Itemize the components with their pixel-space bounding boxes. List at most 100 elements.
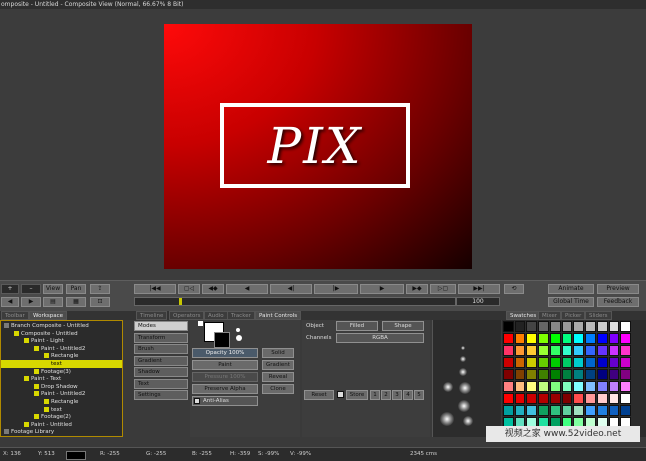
store-checkbox[interactable] xyxy=(337,391,344,398)
category-gradient-button[interactable]: Gradient xyxy=(134,355,188,366)
color-swatch[interactable] xyxy=(561,405,573,416)
color-swatch[interactable] xyxy=(608,357,620,368)
color-swatch[interactable] xyxy=(514,393,526,404)
color-swatch[interactable] xyxy=(596,321,608,332)
grid-icon[interactable]: ▦ xyxy=(66,297,86,307)
tab-toolbar[interactable]: Toolbar xyxy=(1,311,29,320)
anti-alias-checkbox[interactable]: Anti-Alias xyxy=(192,396,258,406)
color-swatch[interactable] xyxy=(596,357,608,368)
color-swatch[interactable] xyxy=(561,369,573,380)
category-brush-button[interactable]: Brush xyxy=(134,344,188,354)
go-start-icon[interactable]: |◀◀ xyxy=(134,284,176,294)
color-swatch[interactable] xyxy=(503,405,514,416)
preview-dropdown[interactable]: Preview xyxy=(597,284,639,294)
brush-preset-icon[interactable] xyxy=(458,400,470,412)
color-swatch[interactable] xyxy=(620,333,631,344)
color-swatch[interactable] xyxy=(538,321,549,332)
layers-icon[interactable]: ▤ xyxy=(43,297,63,307)
color-swatch[interactable] xyxy=(573,333,585,344)
color-swatch[interactable] xyxy=(596,345,608,356)
color-swatch[interactable] xyxy=(585,405,596,416)
color-swatch[interactable] xyxy=(573,393,585,404)
color-swatch[interactable] xyxy=(620,321,631,332)
brush-preset-icon[interactable] xyxy=(461,346,465,350)
color-swatch[interactable] xyxy=(608,345,620,356)
tab-swatches[interactable]: Swatches xyxy=(506,311,541,320)
swap-colors-icon[interactable] xyxy=(198,321,203,326)
color-swatch[interactable] xyxy=(503,333,514,344)
color-swatch[interactable] xyxy=(538,369,549,380)
feedback-button[interactable]: Feedback xyxy=(597,297,639,307)
add-button[interactable]: + xyxy=(1,284,19,294)
color-swatch[interactable] xyxy=(561,333,573,344)
export-icon[interactable]: ⇪ xyxy=(90,284,110,294)
color-swatch[interactable] xyxy=(549,357,561,368)
color-swatch[interactable] xyxy=(608,369,620,380)
brush-small-icon[interactable] xyxy=(236,328,240,332)
color-swatch[interactable] xyxy=(585,321,596,332)
gradient-button[interactable]: Gradient xyxy=(262,360,294,370)
color-swatch[interactable] xyxy=(561,381,573,392)
color-swatch[interactable] xyxy=(514,405,526,416)
color-swatch[interactable] xyxy=(620,357,631,368)
category-transform-button[interactable]: Transform xyxy=(134,332,188,343)
brush-preset-icon[interactable] xyxy=(459,368,467,376)
brush-preset-icon[interactable] xyxy=(440,412,454,426)
color-swatch[interactable] xyxy=(514,345,526,356)
color-swatch[interactable] xyxy=(608,381,620,392)
tab-paint-controls[interactable]: Paint Controls xyxy=(255,311,302,320)
color-swatch[interactable] xyxy=(503,369,514,380)
paint-mode-dropdown[interactable]: Paint xyxy=(192,360,258,370)
play-icon[interactable]: ▶ xyxy=(360,284,404,294)
color-swatch[interactable] xyxy=(514,381,526,392)
color-swatch[interactable] xyxy=(514,333,526,344)
color-swatch[interactable] xyxy=(514,321,526,332)
object-type-dropdown[interactable]: Filled xyxy=(336,321,378,331)
tab-operators[interactable]: Operators xyxy=(169,311,205,320)
forward-arrow-icon[interactable]: ▶ xyxy=(21,297,41,307)
pan-button[interactable]: Pan xyxy=(66,284,86,294)
tab-tracker[interactable]: Tracker xyxy=(227,311,255,320)
timeline-scrubber[interactable] xyxy=(134,297,456,306)
animate-button[interactable]: Animate xyxy=(548,284,594,294)
color-swatch[interactable] xyxy=(596,405,608,416)
composite-viewport[interactable]: PIX xyxy=(0,9,646,280)
prev-frame-icon[interactable]: ◀| xyxy=(270,284,312,294)
loop-back-icon[interactable]: ▢◁ xyxy=(178,284,200,294)
channels-dropdown[interactable]: RGBA xyxy=(336,333,424,343)
color-swatch[interactable] xyxy=(549,333,561,344)
back-arrow-icon[interactable]: ◀ xyxy=(1,297,19,307)
color-swatch[interactable] xyxy=(538,333,549,344)
color-swatch[interactable] xyxy=(608,393,620,404)
global-time-dropdown[interactable]: Global Time xyxy=(548,297,594,307)
color-swatch[interactable] xyxy=(549,345,561,356)
color-swatch[interactable] xyxy=(526,321,538,332)
remove-button[interactable]: – xyxy=(21,284,41,294)
category-modes-button[interactable]: Modes xyxy=(134,321,188,331)
category-settings-button[interactable]: Settings xyxy=(134,390,188,400)
loop-icon[interactable]: ⟲ xyxy=(504,284,524,294)
color-swatch[interactable] xyxy=(538,381,549,392)
color-swatch[interactable] xyxy=(561,345,573,356)
color-swatch[interactable] xyxy=(620,369,631,380)
color-swatch[interactable] xyxy=(503,321,514,332)
color-swatch[interactable] xyxy=(561,357,573,368)
color-swatch[interactable] xyxy=(585,357,596,368)
slot-2-button[interactable]: 2 xyxy=(381,390,391,400)
tab-sliders[interactable]: Sliders xyxy=(585,311,612,320)
slot-5-button[interactable]: 5 xyxy=(414,390,424,400)
color-swatch[interactable] xyxy=(526,393,538,404)
color-swatch[interactable] xyxy=(549,381,561,392)
workspace-tree[interactable]: Branch Composite - Untitled Composite - U… xyxy=(0,320,123,437)
color-swatch[interactable] xyxy=(585,393,596,404)
image-canvas[interactable]: PIX xyxy=(164,24,472,269)
preserve-alpha-toggle[interactable]: Preserve Alpha xyxy=(192,384,258,394)
step-forward-key-icon[interactable]: ▶◆ xyxy=(406,284,428,294)
color-swatch[interactable] xyxy=(561,321,573,332)
color-swatch[interactable] xyxy=(503,345,514,356)
slot-4-button[interactable]: 4 xyxy=(403,390,413,400)
brush-preset-icon[interactable] xyxy=(443,382,453,392)
color-swatch[interactable] xyxy=(585,345,596,356)
tab-picker[interactable]: Picker xyxy=(561,311,586,320)
color-swatch[interactable] xyxy=(620,381,631,392)
